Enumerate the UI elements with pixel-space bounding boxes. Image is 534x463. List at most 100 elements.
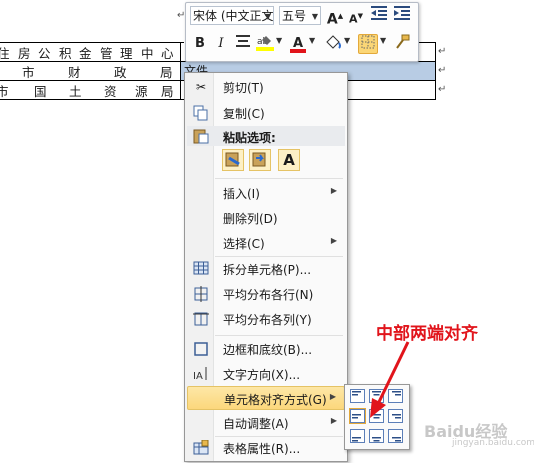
paste-icon <box>193 128 209 147</box>
menu-item-copy[interactable]: 复制(C) <box>187 101 345 125</box>
paste-keep-text-button[interactable]: A <box>278 149 300 171</box>
menu-item-table-properties[interactable]: 表格属性(R)... <box>187 436 345 460</box>
menu-item-text-direction[interactable]: IA 文字方向(X)... <box>187 362 345 386</box>
menu-separator <box>215 178 343 179</box>
italic-button[interactable]: I <box>211 34 231 54</box>
dropdown-arrow-icon[interactable]: ▼ <box>380 36 386 45</box>
annotation-arrow-icon <box>370 341 410 418</box>
center-align-button[interactable] <box>233 34 253 54</box>
menu-item-borders-shading[interactable]: 边框和底纹(B)... <box>187 337 345 361</box>
mini-toolbar: 宋体 (中文正文 ▼ 五号 ▼ A▲ A▼ B I ab ▼ A ▼ ▼ ▼ <box>185 2 419 62</box>
decrease-indent-icon <box>371 6 387 20</box>
font-color-button[interactable]: A <box>288 34 308 54</box>
border-grid-icon <box>361 35 375 49</box>
highlight-button[interactable]: ab <box>255 34 275 54</box>
menu-item-label: 拆分单元格(P)... <box>223 263 312 277</box>
align-bottom-right-icon <box>388 429 403 443</box>
cell-char: 土 <box>69 84 82 99</box>
dropdown-arrow-icon[interactable]: ▼ <box>344 36 350 45</box>
menu-item-distribute-columns[interactable]: 平均分布各列(Y) <box>187 307 345 331</box>
bold-button[interactable]: B <box>190 34 210 54</box>
paste-keep-formatting-icon <box>225 152 240 167</box>
submenu-arrow-icon: ▶ <box>330 416 337 425</box>
cell-char: 管 <box>100 46 113 61</box>
align-bottom-center-button[interactable] <box>368 428 385 444</box>
svg-text:IA: IA <box>193 371 203 382</box>
paragraph-mark-icon: ↵ <box>438 84 447 95</box>
paragraph-mark-icon: ↵ <box>438 65 447 76</box>
cell-char: 国 <box>34 84 47 99</box>
italic-icon: I <box>218 36 224 51</box>
table-cell[interactable]: 市 国 土 资 源 局 <box>0 80 180 99</box>
text-direction-icon: IA <box>193 366 209 382</box>
shading-button[interactable] <box>323 34 343 54</box>
submenu-arrow-icon: ▶ <box>330 236 337 245</box>
font-size-combo[interactable]: 五号 ▼ <box>279 6 321 25</box>
table-cell[interactable]: 住 房 公 积 金 管 理 中 心 <box>0 42 180 61</box>
format-painter-button[interactable] <box>392 34 412 54</box>
increase-indent-button[interactable] <box>392 6 412 26</box>
cell-char: 积 <box>59 46 72 61</box>
menu-item-label: 平均分布各列(Y) <box>223 313 312 327</box>
shrink-font-button[interactable]: A▼ <box>346 6 366 26</box>
align-bottom-left-button[interactable] <box>349 428 366 444</box>
paste-keep-formatting-button[interactable] <box>222 149 244 171</box>
menu-item-cut[interactable]: ✂ 剪切(T) <box>187 75 345 99</box>
menu-item-insert[interactable]: 插入(I) ▶ <box>187 181 345 205</box>
menu-item-delete-column[interactable]: 删除列(D) <box>187 206 345 230</box>
menu-item-label: 插入(I) <box>223 187 260 201</box>
menu-item-label: 表格属性(R)... <box>223 442 301 456</box>
cell-char: 心 <box>161 46 174 61</box>
paste-merge-formatting-icon <box>252 152 266 167</box>
toolbar-row-format: B I ab ▼ A ▼ ▼ ▼ <box>189 32 415 56</box>
font-size-value: 五号 <box>282 9 307 23</box>
toolbar-row-font: 宋体 (中文正文 ▼ 五号 ▼ A▲ A▼ <box>189 4 415 28</box>
font-name-combo[interactable]: 宋体 (中文正文 ▼ <box>190 6 274 25</box>
table-cell[interactable]: 市 财 政 局 <box>0 61 180 80</box>
menu-item-autofit[interactable]: 自动调整(A) ▶ <box>187 411 345 435</box>
menu-item-distribute-rows[interactable]: 平均分布各行(N) <box>187 282 345 306</box>
menu-item-label: 文字方向(X)... <box>223 368 301 382</box>
distribute-rows-icon <box>193 286 209 302</box>
borders-button[interactable] <box>358 34 378 54</box>
menu-item-label: 复制(C) <box>223 107 265 121</box>
menu-item-select[interactable]: 选择(C) ▶ <box>187 231 345 255</box>
cell-char: 资 <box>104 84 117 99</box>
align-bottom-center-icon <box>369 429 384 443</box>
table-border <box>180 42 181 99</box>
highlighter-icon: ab <box>256 36 274 51</box>
split-cells-icon <box>193 261 209 277</box>
align-middle-left-icon <box>350 409 365 423</box>
menu-item-label: 边框和底纹(B)... <box>223 343 313 357</box>
grow-font-icon: A <box>326 11 338 28</box>
format-painter-icon <box>396 34 410 49</box>
table-border <box>416 42 436 43</box>
paste-merge-formatting-button[interactable] <box>249 149 271 171</box>
dropdown-arrow-icon[interactable]: ▼ <box>276 36 282 45</box>
align-bottom-right-button[interactable] <box>387 428 404 444</box>
paste-options-header: 粘贴选项: <box>187 126 345 146</box>
dropdown-arrow-icon: ▼ <box>264 12 271 21</box>
cell-char: 局 <box>160 65 173 80</box>
menu-item-split-cells[interactable]: 拆分单元格(P)... <box>187 257 345 281</box>
submenu-arrow-icon: ▶ <box>330 186 337 195</box>
dropdown-arrow-icon: ▼ <box>311 12 318 21</box>
menu-item-label: 粘贴选项: <box>223 131 276 145</box>
cell-char: 市 <box>0 84 9 99</box>
table-border <box>435 42 436 99</box>
menu-item-cell-alignment[interactable]: 单元格对齐方式(G) ▶ <box>187 386 345 410</box>
cell-char: 公 <box>38 46 51 61</box>
menu-item-label: 剪切(T) <box>223 81 264 95</box>
menu-item-label: 删除列(D) <box>223 212 278 226</box>
increase-indent-icon <box>394 6 410 20</box>
menu-item-label: 单元格对齐方式(G) <box>224 393 327 407</box>
cell-char: 住 <box>0 46 10 61</box>
cell-char: 金 <box>79 46 92 61</box>
decrease-indent-button[interactable] <box>369 6 389 26</box>
font-name-value: 宋体 (中文正文 <box>193 9 274 23</box>
grow-font-button[interactable]: A▲ <box>325 6 345 28</box>
copy-icon <box>193 105 209 121</box>
dropdown-arrow-icon[interactable]: ▼ <box>309 36 315 45</box>
cell-char: 财 <box>68 65 81 80</box>
cell-char: 市 <box>22 65 35 80</box>
